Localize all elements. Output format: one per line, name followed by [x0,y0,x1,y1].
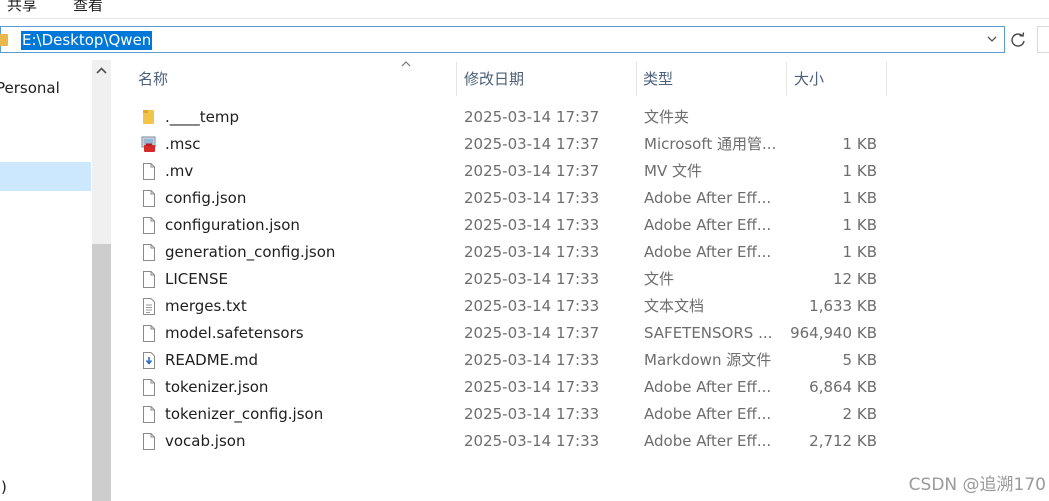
file-modified-date: 2025-03-14 17:37 [464,135,600,153]
ribbon-tabs: 共享 查看 [0,0,1049,19]
file-row[interactable]: merges.txt 2025-03-14 17:33 文本文档 1,633 KB [112,293,902,320]
nav-scrollbar[interactable] [92,60,111,501]
file-modified-date: 2025-03-14 17:33 [464,405,600,423]
column-header-type[interactable]: 类型 [637,62,787,96]
file-row[interactable]: vocab.json 2025-03-14 17:33 Adobe After Ef… [112,428,902,455]
file-size: 2 KB [842,405,877,423]
file-modified-date: 2025-03-14 17:33 [464,216,600,234]
file-size: 6,864 KB [809,378,877,396]
file-name: README.md [165,351,259,369]
column-header-name[interactable]: 名称 [112,62,457,96]
file-modified-date: 2025-03-14 17:33 [464,189,600,207]
file-size: 964,940 KB [790,324,877,342]
file-size: 1 KB [842,162,877,180]
file-modified-date: 2025-03-14 17:33 [464,351,600,369]
file-row[interactable]: model.safetensors 2025-03-14 17:37 SAFETEN… [112,320,902,347]
file-modified-date: 2025-03-14 17:33 [464,432,600,450]
file-modified-date: 2025-03-14 17:37 [464,162,600,180]
file-row[interactable]: README.md 2025-03-14 17:33 Markdown 源文件 5 K… [112,347,902,374]
file-row[interactable]: .msc 2025-03-14 17:37 Microsoft 通用管... 1 KB [112,131,902,158]
column-header-date[interactable]: 修改日期 [457,62,637,96]
file-name: .____temp [165,108,240,126]
file-name: LICENSE [165,270,228,288]
file-row[interactable]: .mv 2025-03-14 17:37 MV 文件 1 KB [112,158,902,185]
file-size: 5 KB [842,351,877,369]
chevron-down-icon[interactable] [986,32,998,46]
navigation-pane: Personal :) [0,60,91,501]
tab-share[interactable]: 共享 [7,0,37,15]
nav-item-drive[interactable]: :) [0,478,7,496]
file-size: 1,633 KB [809,297,877,315]
address-path[interactable]: E:\Desktop\Qwen [21,31,153,50]
folder-icon [0,34,8,46]
file-row[interactable]: .____temp 2025-03-14 17:37 文件夹 [112,104,902,131]
scrollbar-thumb[interactable] [92,244,111,501]
file-name: vocab.json [165,432,246,450]
file-name: .msc [165,135,201,153]
file-row[interactable]: tokenizer_config.json 2025-03-14 17:33 Ado… [112,401,902,428]
file-name: model.safetensors [165,324,304,342]
file-modified-date: 2025-03-14 17:33 [464,243,600,261]
tab-view[interactable]: 查看 [73,0,103,15]
column-header-size[interactable]: 大小 [787,62,887,96]
file-size: 1 KB [842,135,877,153]
file-row[interactable]: generation_config.json 2025-03-14 17:33 Ad… [112,239,902,266]
file-row[interactable]: config.json 2025-03-14 17:33 Adobe After E… [112,185,902,212]
file-name: config.json [165,189,247,207]
search-box[interactable] [1037,26,1049,53]
file-modified-date: 2025-03-14 17:37 [464,324,600,342]
file-modified-date: 2025-03-14 17:37 [464,108,600,126]
file-name: configuration.json [165,216,300,234]
file-row[interactable]: tokenizer.json 2025-03-14 17:33 Adobe Afte… [112,374,902,401]
file-name: tokenizer.json [165,378,269,396]
file-size [757,104,877,131]
file-name: .mv [165,162,194,180]
file-size: 1 KB [842,189,877,207]
scroll-up-icon[interactable] [95,66,108,76]
nav-selected-item[interactable] [0,162,91,191]
address-bar[interactable]: E:\Desktop\Qwen [0,26,1005,53]
file-modified-date: 2025-03-14 17:33 [464,270,600,288]
file-size: 12 KB [833,270,877,288]
file-modified-date: 2025-03-14 17:33 [464,378,600,396]
file-size: 1 KB [842,216,877,234]
file-row[interactable]: LICENSE 2025-03-14 17:33 文件 12 KB [112,266,902,293]
column-headers: 名称 修改日期 类型 大小 [112,61,1049,96]
file-name: generation_config.json [165,243,336,261]
file-modified-date: 2025-03-14 17:33 [464,297,600,315]
file-name: merges.txt [165,297,247,315]
file-size: 1 KB [842,243,877,261]
nav-item-personal[interactable]: Personal [0,79,60,97]
refresh-icon[interactable] [1006,26,1030,53]
file-size: 2,712 KB [809,432,877,450]
file-row[interactable]: configuration.json 2025-03-14 17:33 Adobe … [112,212,902,239]
watermark: CSDN @追溯170 [908,475,1046,495]
file-name: tokenizer_config.json [165,405,324,423]
file-list: .____temp 2025-03-14 17:37 文件夹 .msc 2025-03-… [112,104,902,455]
